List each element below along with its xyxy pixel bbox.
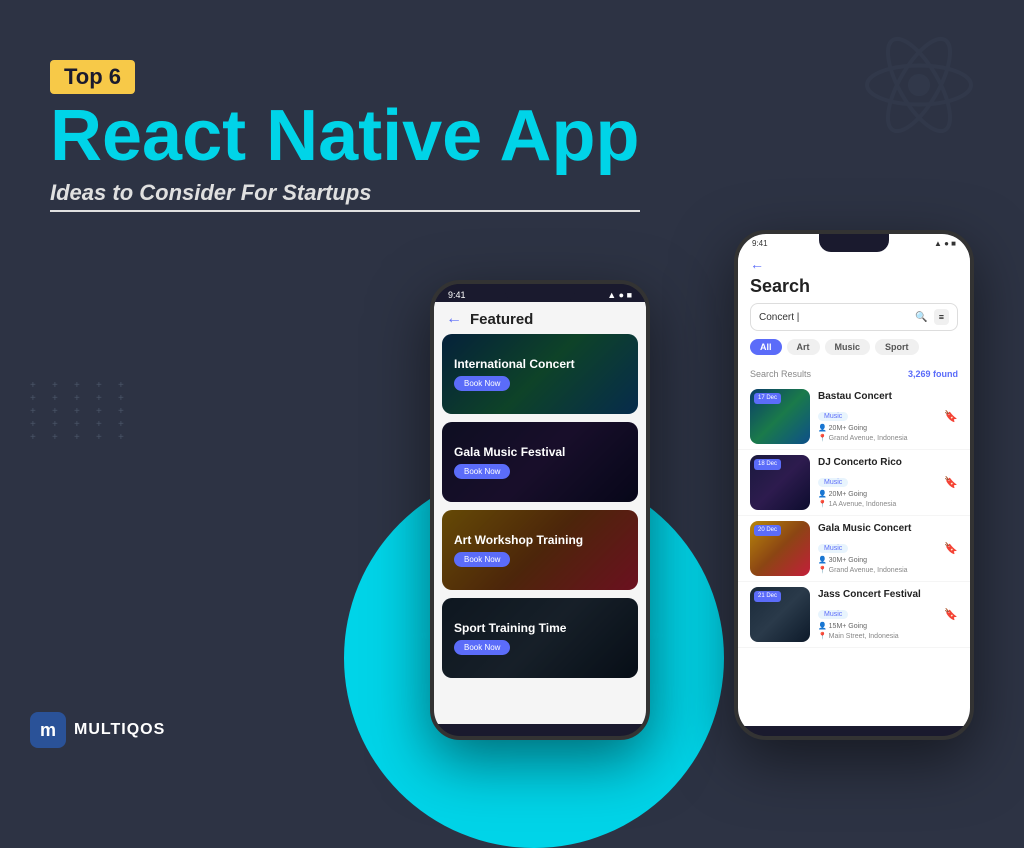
phone1-back-arrow[interactable]: ←	[446, 310, 462, 328]
result-going-3: 👤 30M+ Going	[818, 556, 936, 564]
chip-all[interactable]: All	[750, 339, 782, 355]
event-card-title-sport: Sport Training Time	[454, 621, 626, 635]
result-tag-2: Music	[818, 478, 848, 487]
filter-icon[interactable]: ≡	[934, 309, 949, 325]
bookmark-icon-4[interactable]: 🔖	[944, 608, 958, 621]
bookmark-icon-3[interactable]: 🔖	[944, 542, 958, 555]
result-name-1: Bastau Concert	[818, 391, 936, 402]
result-going-2: 👤 20M+ Going	[818, 490, 936, 498]
phone2-icons: ▲ ● ■	[934, 239, 956, 248]
phone2-time: 9:41	[752, 239, 768, 248]
result-card-3[interactable]: 20 Dec Gala Music Concert Music 👤 30M+ G…	[738, 516, 970, 582]
book-btn-art[interactable]: Book Now	[454, 552, 510, 567]
bookmark-icon-1[interactable]: 🔖	[944, 410, 958, 423]
result-img-4: 21 Dec	[750, 587, 810, 642]
result-name-4: Jass Concert Festival	[818, 589, 936, 600]
chip-art[interactable]: Art	[787, 339, 820, 355]
subtitle: Ideas to Consider For Startups	[50, 180, 640, 212]
result-info-2: DJ Concerto Rico Music 👤 20M+ Going 📍 1A…	[818, 457, 936, 508]
result-date-1: 17 Dec	[754, 393, 781, 404]
multiqos-logo-icon: m	[30, 712, 66, 748]
event-card-music[interactable]: Gala Music Festival Book Now	[442, 422, 638, 502]
filter-chips: All Art Music Sport	[750, 339, 958, 355]
result-img-2: 18 Dec	[750, 455, 810, 510]
results-header: Search Results 3,269 found	[738, 369, 970, 379]
top6-badge: Top 6	[50, 60, 135, 94]
search-icon[interactable]: 🔍	[915, 312, 927, 323]
event-card-overlay-sport: Sport Training Time Book Now	[442, 598, 638, 678]
event-card-title-concert: International Concert	[454, 357, 626, 371]
result-location-2: 📍 1A Avenue, Indonesia	[818, 500, 936, 508]
phone2-notch	[819, 234, 889, 252]
phone1-mockup: 9:41 ▲ ● ■ ← Featured International Conc…	[430, 280, 650, 740]
event-card-overlay-music: Gala Music Festival Book Now	[442, 422, 638, 502]
event-card-title-art: Art Workshop Training	[454, 533, 626, 547]
result-tag-1: Music	[818, 412, 848, 421]
event-card-overlay-art: Art Workshop Training Book Now	[442, 510, 638, 590]
event-card-title-music: Gala Music Festival	[454, 445, 626, 459]
result-card-4[interactable]: 21 Dec Jass Concert Festival Music 👤 15M…	[738, 582, 970, 648]
book-btn-concert[interactable]: Book Now	[454, 376, 510, 391]
book-btn-sport[interactable]: Book Now	[454, 640, 510, 655]
phone1-screen: ← Featured International Concert Book No…	[434, 302, 646, 724]
phone2-back-arrow[interactable]: ←	[750, 256, 764, 272]
result-info-4: Jass Concert Festival Music 👤 15M+ Going…	[818, 589, 936, 640]
result-card-1[interactable]: 17 Dec Bastau Concert Music 👤 20M+ Going…	[738, 384, 970, 450]
phone1-time: 9:41	[448, 290, 466, 300]
phone2-screen-title: Search	[750, 276, 958, 297]
phone2-mockup: 9:41 ▲ ● ■ ← Search Concert | 🔍 ≡ All Ar…	[734, 230, 974, 740]
result-going-4: 👤 15M+ Going	[818, 622, 936, 630]
phone1-notch	[505, 284, 575, 302]
result-date-3: 20 Dec	[754, 525, 781, 536]
svg-text:m: m	[40, 720, 56, 740]
result-img-3: 20 Dec	[750, 521, 810, 576]
result-info-1: Bastau Concert Music 👤 20M+ Going 📍 Gran…	[818, 391, 936, 442]
bookmark-icon-2[interactable]: 🔖	[944, 476, 958, 489]
search-bar[interactable]: Concert | 🔍 ≡	[750, 303, 958, 331]
result-tag-4: Music	[818, 610, 848, 619]
event-card-concert[interactable]: International Concert Book Now	[442, 334, 638, 414]
result-img-1: 17 Dec	[750, 389, 810, 444]
logo-area: m MULTIQOS	[30, 712, 165, 748]
results-label: Search Results	[750, 369, 811, 379]
phone1-screen-title: Featured	[470, 311, 533, 328]
event-card-art[interactable]: Art Workshop Training Book Now	[442, 510, 638, 590]
result-name-3: Gala Music Concert	[818, 523, 936, 534]
phone1-header: ← Featured	[434, 302, 646, 334]
phone2-screen: ← Search Concert | 🔍 ≡ All Art Music Spo…	[738, 250, 970, 726]
event-card-sport[interactable]: Sport Training Time Book Now	[442, 598, 638, 678]
result-card-2[interactable]: 18 Dec DJ Concerto Rico Music 👤 20M+ Goi…	[738, 450, 970, 516]
result-name-2: DJ Concerto Rico	[818, 457, 936, 468]
result-location-4: 📍 Main Street, Indonesia	[818, 632, 936, 640]
phone1-icons: ▲ ● ■	[607, 290, 632, 300]
result-date-2: 18 Dec	[754, 459, 781, 470]
results-count: 3,269 found	[908, 369, 958, 379]
book-btn-music[interactable]: Book Now	[454, 464, 510, 479]
main-title: React Native App	[50, 100, 640, 172]
result-date-4: 21 Dec	[754, 591, 781, 602]
background-dots: +++++ +++++ +++++ +++++ +++++	[30, 380, 132, 437]
logo-text: MULTIQOS	[74, 721, 165, 739]
result-info-3: Gala Music Concert Music 👤 30M+ Going 📍 …	[818, 523, 936, 574]
result-going-1: 👤 20M+ Going	[818, 424, 936, 432]
phone2-header: ← Search Concert | 🔍 ≡ All Art Music Spo…	[738, 250, 970, 369]
header-area: Top 6 React Native App Ideas to Consider…	[50, 60, 640, 212]
chip-sport[interactable]: Sport	[875, 339, 919, 355]
result-tag-3: Music	[818, 544, 848, 553]
event-card-overlay-concert: International Concert Book Now	[442, 334, 638, 414]
result-location-1: 📍 Grand Avenue, Indonesia	[818, 434, 936, 442]
chip-music[interactable]: Music	[825, 339, 871, 355]
search-input[interactable]: Concert |	[759, 312, 909, 323]
result-location-3: 📍 Grand Avenue, Indonesia	[818, 566, 936, 574]
react-logo	[854, 20, 984, 150]
